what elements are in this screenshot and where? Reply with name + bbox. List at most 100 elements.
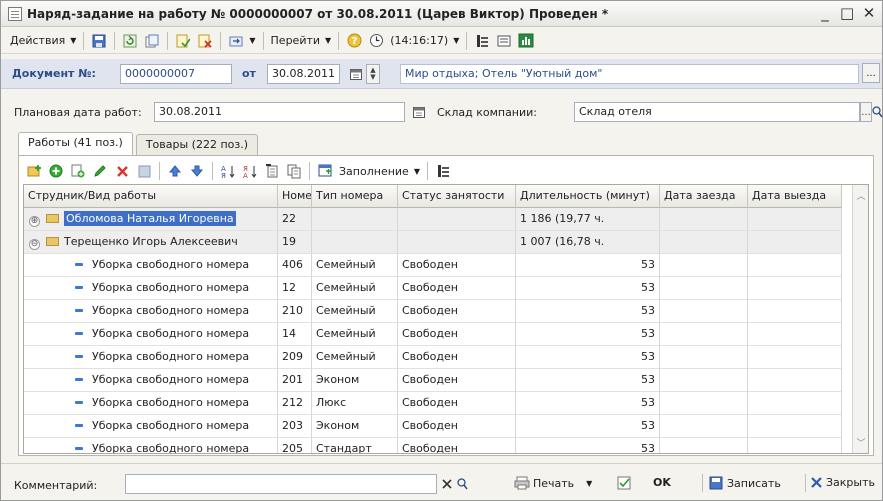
checkout-date-cell[interactable] — [748, 346, 842, 369]
duration-cell[interactable]: 53 — [516, 300, 660, 323]
checkout-date-cell[interactable] — [748, 323, 842, 346]
occupancy-status-cell[interactable]: Свободен — [398, 369, 516, 392]
table-row[interactable]: Уборка свободного номера 209 Семейный Свобо… — [24, 346, 842, 369]
checkout-date-cell[interactable] — [748, 254, 842, 277]
room-type-cell[interactable]: Эконом — [312, 369, 398, 392]
collapse-icon[interactable]: ⊖ — [29, 239, 40, 250]
duration-cell[interactable]: 53 — [516, 438, 660, 453]
expand-icon[interactable]: ⊕ — [29, 216, 40, 227]
room-type-cell[interactable]: Семейный — [312, 346, 398, 369]
checkout-date-cell[interactable] — [748, 277, 842, 300]
checkin-date-cell[interactable] — [660, 415, 748, 438]
comment-field[interactable] — [125, 474, 437, 494]
scroll-down-icon[interactable]: ﹀ — [853, 436, 868, 449]
add-row-icon[interactable] — [25, 162, 43, 180]
organization-field[interactable]: Мир отдыха; Отель "Уютный дом" — [400, 64, 859, 84]
duration-cell[interactable]: 53 — [516, 369, 660, 392]
fill-table-icon[interactable] — [316, 162, 334, 180]
warehouse-search-icon[interactable] — [871, 102, 883, 122]
room-number-cell[interactable]: 212 — [278, 392, 312, 415]
column-header-room-type[interactable]: Тип номера — [312, 185, 398, 208]
room-type-cell[interactable]: Семейный — [312, 300, 398, 323]
copy-list-icon[interactable] — [285, 162, 303, 180]
group-row[interactable]: ⊖ Терещенко Игорь Алексеевич 19 1 007 (16,7… — [24, 231, 842, 254]
document-date-field[interactable]: 30.08.2011 — [267, 64, 340, 84]
time-caret-icon[interactable]: ▼ — [453, 36, 459, 45]
planned-calendar-icon[interactable] — [411, 102, 427, 122]
hierarchy-icon[interactable] — [473, 32, 491, 50]
occupancy-status-cell[interactable]: Свободен — [398, 300, 516, 323]
refresh-icon[interactable] — [121, 32, 139, 50]
work-type-cell[interactable]: Уборка свободного номера — [24, 277, 278, 300]
room-type-cell[interactable]: Семейный — [312, 323, 398, 346]
report-chart-icon[interactable] — [517, 32, 535, 50]
checkout-date-cell[interactable] — [748, 392, 842, 415]
column-settings-icon[interactable] — [263, 162, 281, 180]
occupancy-status-cell[interactable]: Свободен — [398, 392, 516, 415]
organization-select-button[interactable]: ... — [862, 63, 880, 83]
sort-ascending-icon[interactable]: АЯ — [219, 162, 237, 180]
post-and-close-icon[interactable] — [615, 474, 633, 492]
table-row[interactable]: Уборка свободного номера 210 Семейный Свобо… — [24, 300, 842, 323]
occupancy-status-cell[interactable]: Свободен — [398, 415, 516, 438]
scroll-up-icon[interactable]: ︿ — [853, 189, 868, 202]
date-spin-icon[interactable]: ▲ ▼ — [366, 64, 380, 84]
copy-document-icon[interactable] — [143, 32, 161, 50]
checkin-date-cell[interactable] — [660, 277, 748, 300]
tab-works[interactable]: Работы (41 поз.) — [18, 132, 133, 155]
time-label[interactable]: (14:16:17) — [387, 34, 451, 47]
group-row[interactable]: ⊕ Обломова Наталья Игоревна 22 1 186 (19,77… — [24, 208, 842, 231]
print-caret-icon[interactable]: ▼ — [586, 479, 592, 488]
edit-pencil-icon[interactable] — [91, 162, 109, 180]
duration-cell[interactable]: 53 — [516, 346, 660, 369]
table-row[interactable]: Уборка свободного номера 14 Семейный Свобод… — [24, 323, 842, 346]
add-green-circle-icon[interactable] — [47, 162, 65, 180]
duration-cell[interactable]: 53 — [516, 254, 660, 277]
duration-cell[interactable]: 53 — [516, 323, 660, 346]
occupancy-status-cell[interactable]: Свободен — [398, 323, 516, 346]
duration-cell[interactable]: 53 — [516, 277, 660, 300]
checkout-date-cell[interactable] — [748, 415, 842, 438]
move-up-icon[interactable] — [166, 162, 184, 180]
column-header-number[interactable]: Номер — [278, 185, 312, 208]
ok-button[interactable]: OK — [653, 476, 671, 489]
save-button[interactable]: Записать — [709, 476, 781, 490]
occupancy-status-cell[interactable]: Свободен — [398, 277, 516, 300]
unpost-document-icon[interactable] — [196, 32, 214, 50]
table-row[interactable]: Уборка свободного номера 12 Семейный Свобод… — [24, 277, 842, 300]
grid-hierarchy-icon[interactable] — [434, 162, 452, 180]
post-document-icon[interactable] — [174, 32, 192, 50]
occupancy-status-cell[interactable]: Свободен — [398, 346, 516, 369]
table-row[interactable]: Уборка свободного номера 201 Эконом Свободе… — [24, 369, 842, 392]
close-window-button[interactable]: ✕ — [862, 4, 876, 22]
actions-caret-icon[interactable]: ▼ — [70, 36, 76, 45]
work-type-cell[interactable]: Уборка свободного номера — [24, 415, 278, 438]
delete-icon[interactable] — [113, 162, 131, 180]
maximize-button[interactable]: □ — [840, 4, 854, 22]
goto-menu[interactable]: Перейти — [268, 34, 324, 47]
end-edit-icon[interactable] — [135, 162, 153, 180]
print-button[interactable]: Печать ▼ — [514, 476, 595, 490]
checkin-date-cell[interactable] — [660, 323, 748, 346]
column-header-checkin[interactable]: Дата заезда — [660, 185, 748, 208]
work-type-cell[interactable]: Уборка свободного номера — [24, 254, 278, 277]
column-header-employee[interactable]: Струдник/Вид работы — [24, 185, 278, 208]
table-row[interactable]: Уборка свободного номера 212 Люкс Свободен 5… — [24, 392, 842, 415]
checkin-date-cell[interactable] — [660, 346, 748, 369]
planned-date-field[interactable]: 30.08.2011 — [154, 102, 405, 122]
checkout-date-cell[interactable] — [748, 369, 842, 392]
help-icon[interactable]: ? — [345, 32, 363, 50]
duration-cell[interactable]: 53 — [516, 392, 660, 415]
checkin-date-cell[interactable] — [660, 438, 748, 453]
room-type-cell[interactable]: Стандарт — [312, 438, 398, 453]
list-view-icon[interactable] — [495, 32, 513, 50]
sort-descending-icon[interactable]: ЯА — [241, 162, 259, 180]
vertical-scrollbar[interactable]: ︿ ﹀ — [852, 185, 868, 453]
occupancy-status-cell[interactable]: Свободен — [398, 438, 516, 453]
document-number-field[interactable]: 0000000007 — [120, 64, 232, 84]
comment-clear-icon[interactable] — [439, 474, 455, 494]
group-employee-cell[interactable]: ⊕ Обломова Наталья Игоревна — [24, 208, 278, 231]
comment-search-icon[interactable] — [454, 474, 470, 494]
goto-caret-icon[interactable]: ▼ — [325, 36, 331, 45]
room-number-cell[interactable]: 12 — [278, 277, 312, 300]
